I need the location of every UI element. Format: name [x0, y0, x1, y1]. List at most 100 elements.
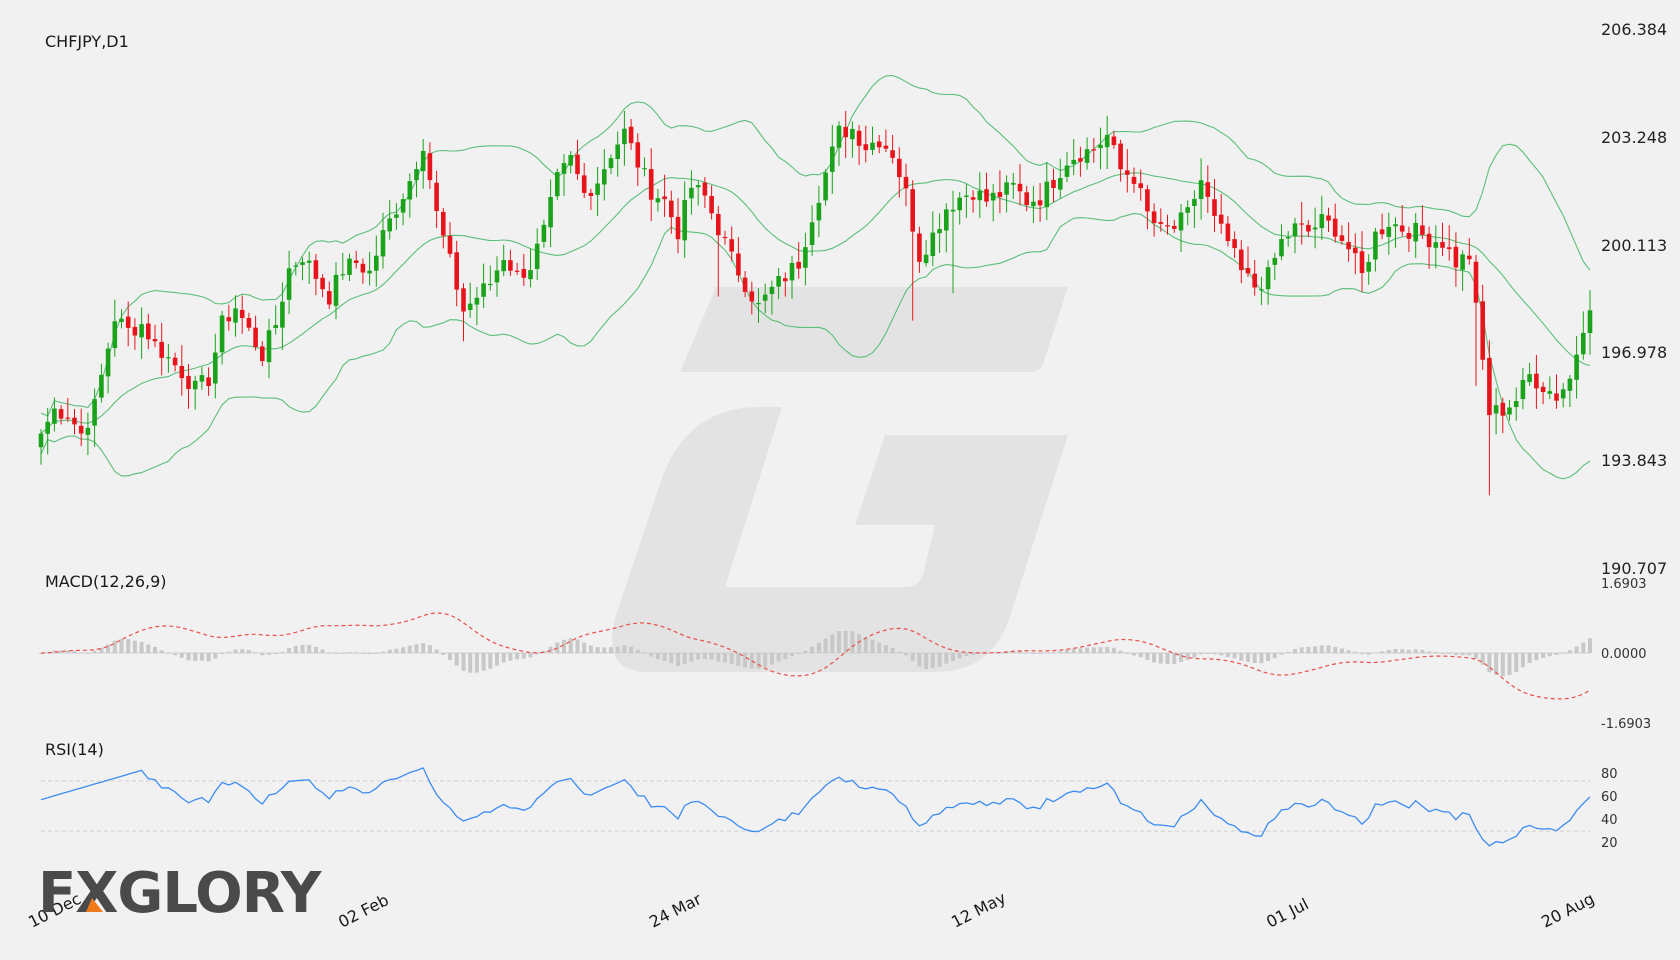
candle-body: [1574, 354, 1579, 380]
candle-body: [400, 199, 406, 213]
candle-body: [313, 260, 319, 279]
macd-histogram-bar: [1152, 653, 1157, 663]
candle-body: [648, 169, 654, 200]
candle: [1172, 219, 1177, 233]
macd-histogram-bar: [360, 653, 365, 654]
candle-body: [984, 189, 989, 202]
macd-histogram-bar: [1326, 645, 1331, 653]
candle: [997, 170, 1003, 214]
macd-histogram-bar: [1279, 653, 1284, 655]
macd-histogram-bar: [870, 639, 875, 653]
macd-histogram-bar: [1561, 652, 1566, 654]
macd-histogram-bar: [1078, 648, 1083, 653]
macd-histogram-bar: [837, 631, 841, 653]
macd-histogram-bar: [1058, 651, 1063, 653]
candle-body: [1125, 170, 1130, 175]
candle-body: [716, 214, 721, 236]
candle: [534, 228, 540, 280]
candle: [1386, 212, 1392, 255]
candle: [488, 265, 493, 291]
candle: [796, 242, 801, 279]
candle: [1111, 130, 1117, 149]
candle-body: [1118, 143, 1123, 170]
candle-body: [1084, 149, 1090, 163]
candle: [467, 282, 473, 318]
candle-body: [125, 316, 131, 328]
macd-histogram-bar: [729, 653, 734, 664]
macd-histogram-bar: [1132, 653, 1136, 656]
candle: [1192, 190, 1197, 228]
candle-body: [548, 197, 553, 228]
macd-histogram-bar: [555, 642, 560, 653]
candle: [1218, 194, 1224, 234]
candle-body: [1051, 180, 1056, 188]
macd-histogram-bar: [226, 651, 231, 653]
candle-body: [1245, 268, 1251, 274]
candle: [146, 313, 151, 350]
macd-histogram-bar: [92, 650, 97, 653]
candle: [595, 167, 600, 217]
candle: [970, 190, 976, 213]
candle-body: [1299, 223, 1304, 225]
candle-body: [508, 260, 513, 271]
candle-body: [1165, 225, 1170, 227]
candle: [172, 352, 178, 372]
candle: [1265, 260, 1271, 305]
macd-histogram-bar: [669, 653, 674, 664]
macd-histogram-bar: [179, 653, 184, 658]
candle: [1138, 169, 1143, 201]
rsi-tick-label: 40: [1601, 813, 1618, 828]
candle: [1359, 231, 1365, 292]
candle-body: [1024, 192, 1029, 206]
candle: [179, 345, 185, 396]
macd-histogram-bar: [1460, 653, 1465, 656]
candle-body: [1225, 223, 1231, 241]
macd-histogram-bar: [354, 652, 359, 654]
candle: [1366, 254, 1371, 285]
macd-histogram-bar: [246, 650, 251, 653]
candle: [501, 244, 506, 277]
macd-histogram-bar: [1071, 648, 1076, 653]
candle-body: [1071, 159, 1076, 165]
brand-logo-text: FXGLORY: [38, 861, 323, 926]
macd-histogram-bar: [1494, 653, 1499, 675]
macd-histogram-bar: [307, 644, 312, 653]
candle-body: [139, 324, 144, 338]
macd-histogram-bar: [126, 639, 131, 653]
macd-histogram-bar: [1480, 653, 1485, 665]
candle-body: [266, 330, 272, 363]
candle: [1011, 173, 1016, 200]
candle-body: [38, 433, 44, 448]
candle-body: [494, 270, 500, 283]
candle: [662, 174, 667, 217]
macd-histogram-bar: [414, 644, 419, 653]
macd-histogram-bar: [602, 647, 607, 653]
candle: [863, 125, 869, 163]
candle: [528, 248, 533, 288]
macd-histogram-bar: [1427, 651, 1432, 653]
brand-logo: FXGLORY: [38, 861, 324, 926]
macd-histogram-bar: [1118, 650, 1123, 653]
candle-body: [1259, 289, 1264, 291]
candle: [1373, 227, 1378, 272]
candle: [682, 181, 687, 258]
candle-body: [146, 323, 151, 340]
macd-histogram-bar: [810, 646, 815, 653]
candle: [622, 110, 627, 166]
candle: [1467, 238, 1472, 265]
candle: [716, 205, 721, 297]
macd-histogram-bar: [1138, 653, 1143, 658]
candle-body: [1473, 261, 1479, 303]
candle-body: [1279, 239, 1284, 257]
price-tick-label: 190.707: [1601, 559, 1667, 578]
macd-histogram-bar: [340, 652, 345, 654]
candle-body: [1232, 239, 1237, 249]
candle-body: [1554, 393, 1559, 401]
macd-histogram-bar: [72, 651, 77, 653]
candle: [1031, 186, 1036, 223]
candle-body: [534, 243, 540, 269]
macd-histogram-bar: [79, 652, 84, 654]
candle: [1446, 225, 1452, 261]
chart-symbol-label: CHFJPY,D1: [45, 32, 129, 51]
macd-histogram-bar: [783, 653, 788, 660]
